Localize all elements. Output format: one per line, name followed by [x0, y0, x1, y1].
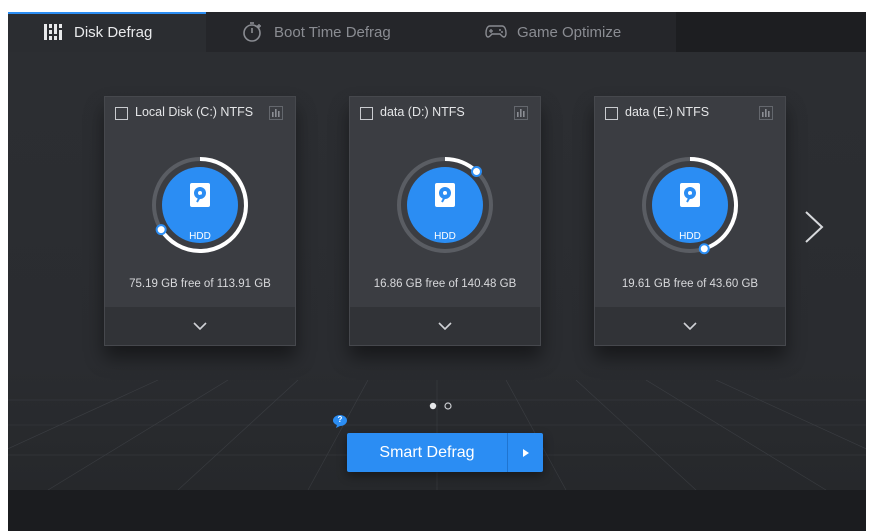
disk-card-e[interactable]: data (E:) NTFS HDD 19.61 GB free of 43.6… — [594, 96, 786, 346]
chevron-down-icon — [193, 322, 207, 330]
play-triangle-icon — [522, 448, 529, 457]
tab-disk-defrag[interactable]: Disk Defrag — [8, 12, 206, 52]
disk-free-space: 75.19 GB free of 113.91 GB — [129, 278, 271, 290]
disk-select-checkbox[interactable] — [115, 107, 128, 120]
next-page-arrow-icon[interactable] — [803, 209, 825, 245]
chevron-down-icon — [438, 322, 452, 330]
disk-card-header: data (D:) NTFS — [350, 97, 540, 131]
expand-button[interactable] — [105, 307, 295, 345]
bar-chart-icon[interactable] — [269, 106, 283, 120]
smart-defrag-button[interactable]: Smart Defrag — [347, 433, 543, 472]
disk-card-header: Local Disk (C:) NTFS — [105, 97, 295, 131]
smart-defrag-label: Smart Defrag — [379, 443, 475, 461]
page-dot[interactable] — [444, 402, 452, 410]
page-dot-active[interactable] — [429, 402, 437, 410]
disk-defrag-icon — [42, 21, 64, 43]
disk-free-space: 19.61 GB free of 43.60 GB — [621, 278, 759, 290]
chevron-down-icon — [683, 322, 697, 330]
tab-label: Boot Time Defrag — [274, 23, 391, 41]
stopwatch-icon — [242, 21, 264, 43]
status-bar — [8, 490, 866, 531]
smart-defrag-options-button[interactable] — [508, 433, 543, 472]
disk-select-checkbox[interactable] — [360, 107, 373, 120]
help-label: ? — [337, 415, 343, 424]
bar-chart-icon[interactable] — [514, 106, 528, 120]
expand-button[interactable] — [595, 307, 785, 345]
tab-bar: Disk Defrag Boot Time Defrag Game Optimi… — [8, 12, 866, 52]
tab-label: Disk Defrag — [74, 23, 153, 41]
disk-card-header: data (E:) NTFS — [595, 97, 785, 131]
disk-card-d[interactable]: data (D:) NTFS HDD 16.86 GB free of 140.… — [349, 96, 541, 346]
disk-title: data (D:) NTFS — [380, 105, 465, 119]
disk-free-space: 16.86 GB free of 140.48 GB — [373, 278, 517, 290]
app-window: Disk Defrag Boot Time Defrag Game Optimi… — [8, 12, 866, 531]
bar-chart-icon[interactable] — [759, 106, 773, 120]
disk-select-checkbox[interactable] — [605, 107, 618, 120]
tab-boot-time-defrag[interactable]: Boot Time Defrag — [206, 12, 447, 52]
pagination-dots — [429, 402, 452, 410]
disk-type-label: HDD — [679, 231, 701, 242]
disk-card-c[interactable]: Local Disk (C:) NTFS HDD 75.19 GB free o… — [104, 96, 296, 346]
help-icon[interactable]: ? — [332, 414, 348, 429]
disk-title: Local Disk (C:) NTFS — [135, 105, 254, 119]
tab-label: Game Optimize — [517, 23, 622, 41]
gamepad-icon — [485, 21, 507, 43]
disk-type-label: HDD — [189, 231, 211, 242]
disk-type-label: HDD — [434, 231, 456, 242]
main-content: Local Disk (C:) NTFS HDD 75.19 GB free o… — [8, 52, 866, 490]
disk-title: data (E:) NTFS — [625, 105, 710, 119]
expand-button[interactable] — [350, 307, 540, 345]
tab-game-optimize[interactable]: Game Optimize — [447, 12, 676, 52]
